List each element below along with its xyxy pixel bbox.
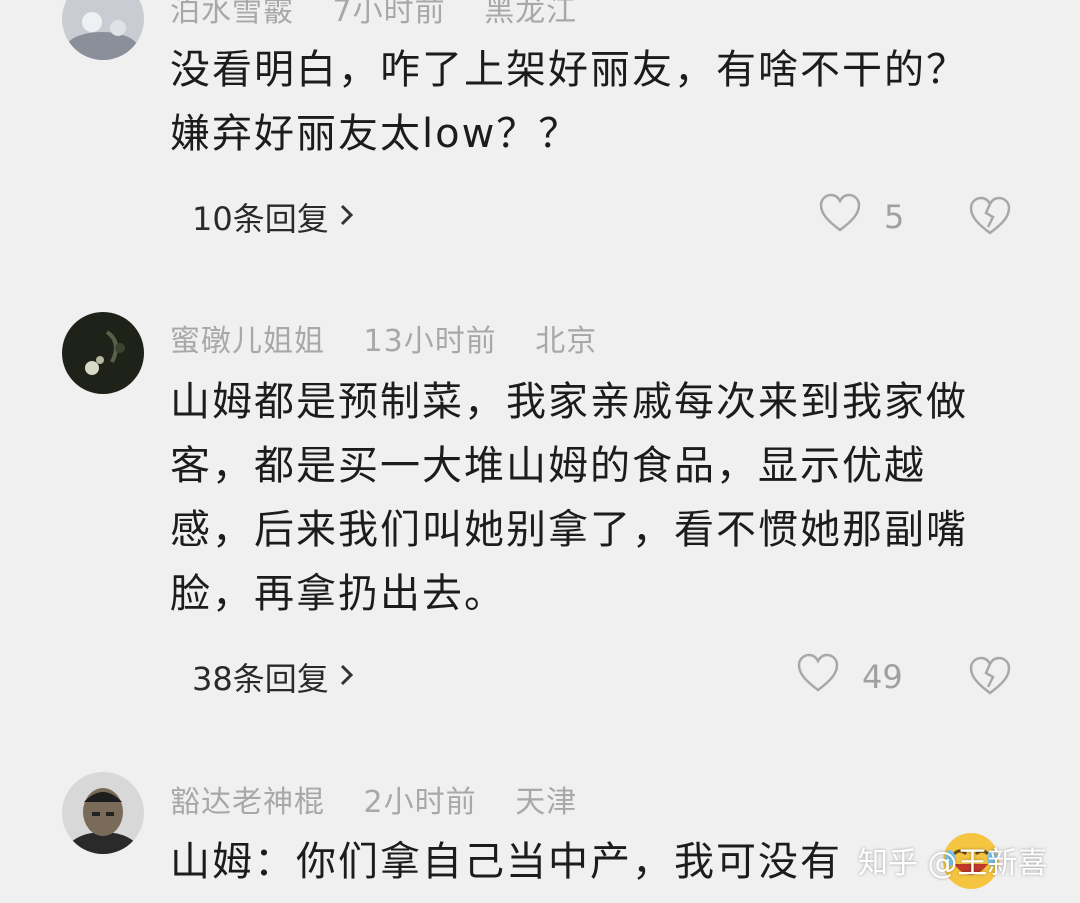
chevron-right-icon bbox=[339, 660, 355, 695]
like-button[interactable]: 5 bbox=[818, 193, 904, 241]
comment-meta: 泊水雪霰 7小时前 黑龙江 bbox=[170, 0, 605, 30]
comment-text: 没看明白，咋了上架好丽友，有啥不干的？嫌弃好丽友太low？？ bbox=[170, 47, 968, 157]
username[interactable]: 泊水雪霰 bbox=[170, 0, 294, 29]
timestamp: 2小时前 bbox=[363, 785, 477, 820]
chevron-right-icon bbox=[339, 200, 355, 235]
like-button[interactable]: 49 bbox=[796, 653, 903, 701]
like-count: 49 bbox=[862, 658, 903, 696]
broken-heart-icon[interactable] bbox=[968, 195, 1012, 239]
heart-outline-icon bbox=[796, 653, 840, 701]
location: 天津 bbox=[515, 785, 578, 820]
comment-meta: 蜜礅儿姐姐 13小时前 北京 bbox=[170, 316, 625, 360]
timestamp: 7小时前 bbox=[332, 0, 446, 29]
avatar[interactable] bbox=[62, 772, 144, 854]
watermark: 知乎 @王新喜 bbox=[858, 846, 1048, 881]
location: 北京 bbox=[535, 324, 598, 359]
avatar[interactable] bbox=[62, 0, 144, 60]
broken-heart-icon[interactable] bbox=[968, 655, 1012, 699]
username[interactable]: 蜜礅儿姐姐 bbox=[170, 324, 325, 359]
like-count: 5 bbox=[884, 198, 905, 236]
replies-link[interactable]: 38条回复 bbox=[192, 654, 355, 700]
comment-meta: 豁达老神棍 2小时前 天津 bbox=[170, 777, 605, 821]
replies-link[interactable]: 10条回复 bbox=[192, 194, 355, 240]
location: 黑龙江 bbox=[484, 0, 578, 29]
comment-text: 山姆都是预制菜，我家亲戚每次来到我家做客，都是买一大堆山姆的食品，显示优越感，后… bbox=[170, 379, 968, 617]
avatar[interactable] bbox=[62, 312, 144, 394]
replies-label: 10条回复 bbox=[192, 200, 329, 238]
username[interactable]: 豁达老神棍 bbox=[170, 785, 325, 820]
heart-outline-icon bbox=[818, 193, 862, 241]
timestamp: 13小时前 bbox=[363, 324, 497, 359]
replies-label: 38条回复 bbox=[192, 660, 329, 698]
